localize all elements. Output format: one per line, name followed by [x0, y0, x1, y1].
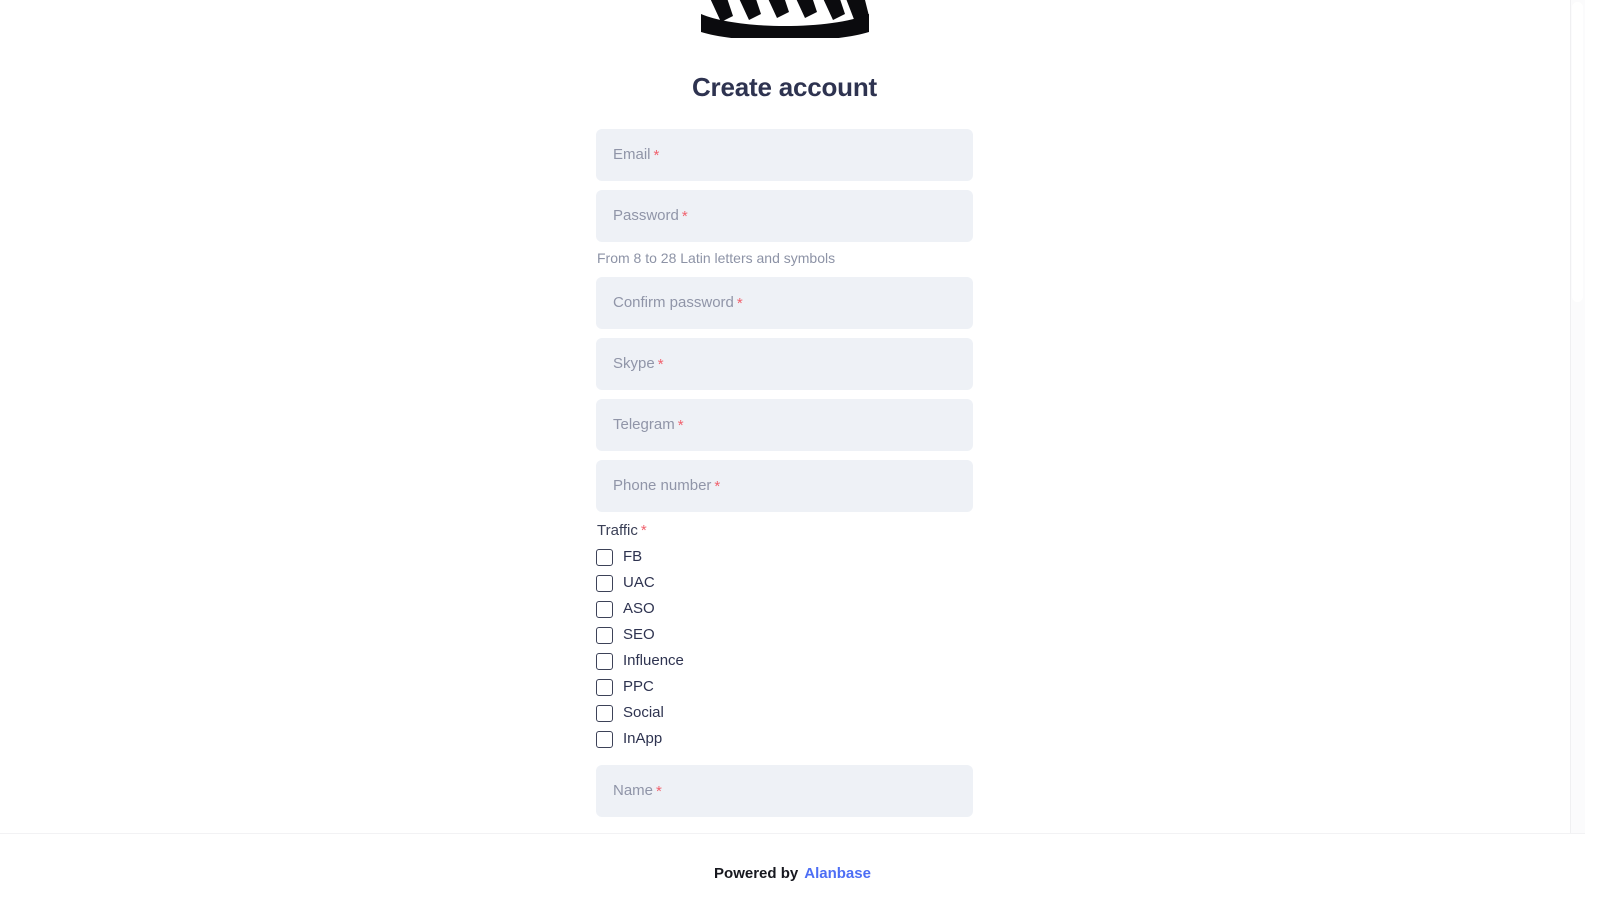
traffic-checkbox-influence[interactable]: Influence: [596, 648, 973, 674]
signup-form: Email * Password * From 8 to 28 Latin le…: [596, 129, 973, 826]
traffic-checkbox-ppc[interactable]: PPC: [596, 674, 973, 700]
phone-number-field[interactable]: Phone number *: [596, 460, 973, 512]
name-field-label: Name: [613, 782, 654, 799]
traffic-required-asterisk: *: [640, 522, 647, 539]
password-field[interactable]: Password *: [596, 190, 973, 242]
traffic-checkbox-aso[interactable]: ASO: [596, 596, 973, 622]
traffic-group-label: Traffic *: [597, 521, 973, 541]
page-title: Create account: [691, 72, 878, 102]
skype-required-asterisk: *: [657, 355, 664, 373]
traffic-checkbox-uac[interactable]: UAC: [596, 570, 973, 596]
name-required-asterisk: *: [656, 782, 662, 800]
page-footer: Powered by Alanbase: [0, 834, 1585, 913]
phone-number-required-asterisk: *: [714, 477, 721, 495]
scrollbar-thumb[interactable]: [1572, 2, 1583, 302]
signup-page: Create account Email * Password * From 8…: [0, 0, 1600, 913]
telegram-required-asterisk: *: [677, 416, 684, 434]
name-field[interactable]: Name *: [596, 765, 973, 817]
email-required-asterisk: *: [653, 146, 660, 164]
password-field-label: Password: [613, 207, 679, 224]
scroll-viewport: Create account Email * Password * From 8…: [0, 0, 1585, 833]
confirm-password-field[interactable]: Confirm password *: [596, 277, 973, 329]
partners-wordmark-logo: [596, 0, 973, 38]
checkbox-icon[interactable]: [596, 626, 613, 644]
confirm-password-field-label: Confirm password: [613, 294, 734, 311]
traffic-checkbox-label: SEO: [623, 626, 655, 643]
traffic-label-text: Traffic: [597, 522, 638, 539]
traffic-checkbox-inapp[interactable]: InApp: [596, 726, 973, 752]
telegram-field-label: Telegram: [613, 416, 675, 433]
traffic-checkbox-fb[interactable]: FB: [596, 544, 973, 570]
vertical-scrollbar[interactable]: [1570, 0, 1585, 833]
traffic-checkbox-label: UAC: [623, 574, 655, 591]
traffic-checkbox-social[interactable]: Social: [596, 700, 973, 726]
checkbox-icon[interactable]: [596, 678, 613, 696]
checkbox-icon[interactable]: [596, 704, 613, 722]
email-field-label: Email: [613, 146, 651, 163]
traffic-checkbox-label: InApp: [623, 730, 663, 747]
confirm-password-required-asterisk: *: [736, 294, 743, 312]
traffic-checkbox-label: Social: [623, 704, 664, 721]
skype-field-label: Skype: [613, 355, 655, 372]
traffic-checkbox-label: FB: [623, 548, 643, 565]
checkbox-icon[interactable]: [596, 730, 613, 748]
checkbox-icon[interactable]: [596, 600, 613, 618]
phone-number-field-label: Phone number: [613, 477, 712, 494]
password-required-asterisk: *: [681, 207, 688, 225]
powered-by-label: Powered by: [714, 864, 799, 882]
traffic-checkbox-label: Influence: [623, 652, 684, 669]
traffic-checkbox-label: PPC: [623, 678, 654, 695]
checkbox-icon[interactable]: [596, 548, 613, 566]
checkbox-icon[interactable]: [596, 574, 613, 592]
checkbox-icon[interactable]: [596, 652, 613, 670]
email-field[interactable]: Email *: [596, 129, 973, 181]
password-hint: From 8 to 28 Latin letters and symbols: [597, 250, 836, 266]
traffic-checkbox-seo[interactable]: SEO: [596, 622, 973, 648]
skype-field[interactable]: Skype *: [596, 338, 973, 390]
telegram-field[interactable]: Telegram *: [596, 399, 973, 451]
traffic-checkbox-label: ASO: [623, 600, 655, 617]
alanbase-link[interactable]: Alanbase: [804, 864, 871, 884]
